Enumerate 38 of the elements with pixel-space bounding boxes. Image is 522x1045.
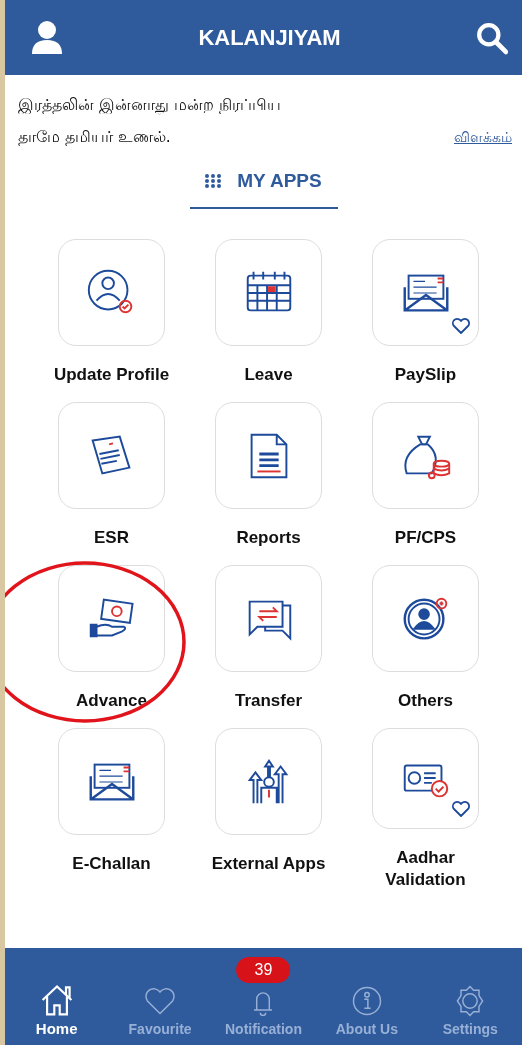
app-tile[interactable]	[58, 239, 165, 346]
section-title: MY APPS	[237, 170, 322, 192]
nav-tab[interactable]: Favourite	[110, 983, 211, 1037]
app-label: Advance	[75, 690, 148, 712]
heart-icon[interactable]	[451, 800, 471, 818]
app-tile[interactable]	[372, 565, 479, 672]
app-tile[interactable]	[215, 565, 322, 672]
app-label: ESR	[93, 527, 130, 549]
nav-tab[interactable]: Notification	[213, 983, 314, 1037]
notification-count: 39	[236, 957, 291, 983]
app-label: Transfer	[233, 690, 304, 712]
app-label: PaySlip	[393, 364, 458, 386]
app-tile[interactable]	[58, 728, 165, 835]
app-label: Aadhar Validation	[384, 847, 467, 891]
app-tile[interactable]	[58, 402, 165, 509]
app-label: Update Profile	[52, 364, 171, 386]
grid-icon	[205, 174, 222, 188]
app-label: Leave	[243, 364, 294, 386]
app-tile[interactable]	[215, 728, 322, 835]
nav-tab[interactable]: Home	[6, 982, 107, 1037]
nav-tab[interactable]: Settings	[420, 983, 521, 1037]
quote-text: இரத்தலின் இன்னாது மன்ற நிரப்பிய தாமே தமியர் உணல்.	[18, 95, 282, 148]
user-icon[interactable]	[31, 19, 63, 56]
app-label: Reports	[235, 527, 302, 549]
app-label: E-Challan	[71, 853, 152, 875]
app-tile[interactable]	[372, 239, 479, 346]
app-label: Others	[397, 690, 454, 712]
explanation-link[interactable]: விளக்கம்	[454, 121, 512, 153]
nav-tab[interactable]: About Us	[316, 983, 417, 1037]
app-label: PF/CPS	[393, 527, 458, 549]
app-title: KALANJIYAM	[198, 24, 341, 51]
app-label: External Apps	[210, 853, 327, 875]
app-tile[interactable]	[372, 728, 479, 829]
app-tile[interactable]	[372, 402, 479, 509]
app-tile[interactable]	[215, 402, 322, 509]
app-tile[interactable]	[58, 565, 165, 672]
heart-icon[interactable]	[451, 317, 471, 335]
app-tile[interactable]	[215, 239, 322, 346]
